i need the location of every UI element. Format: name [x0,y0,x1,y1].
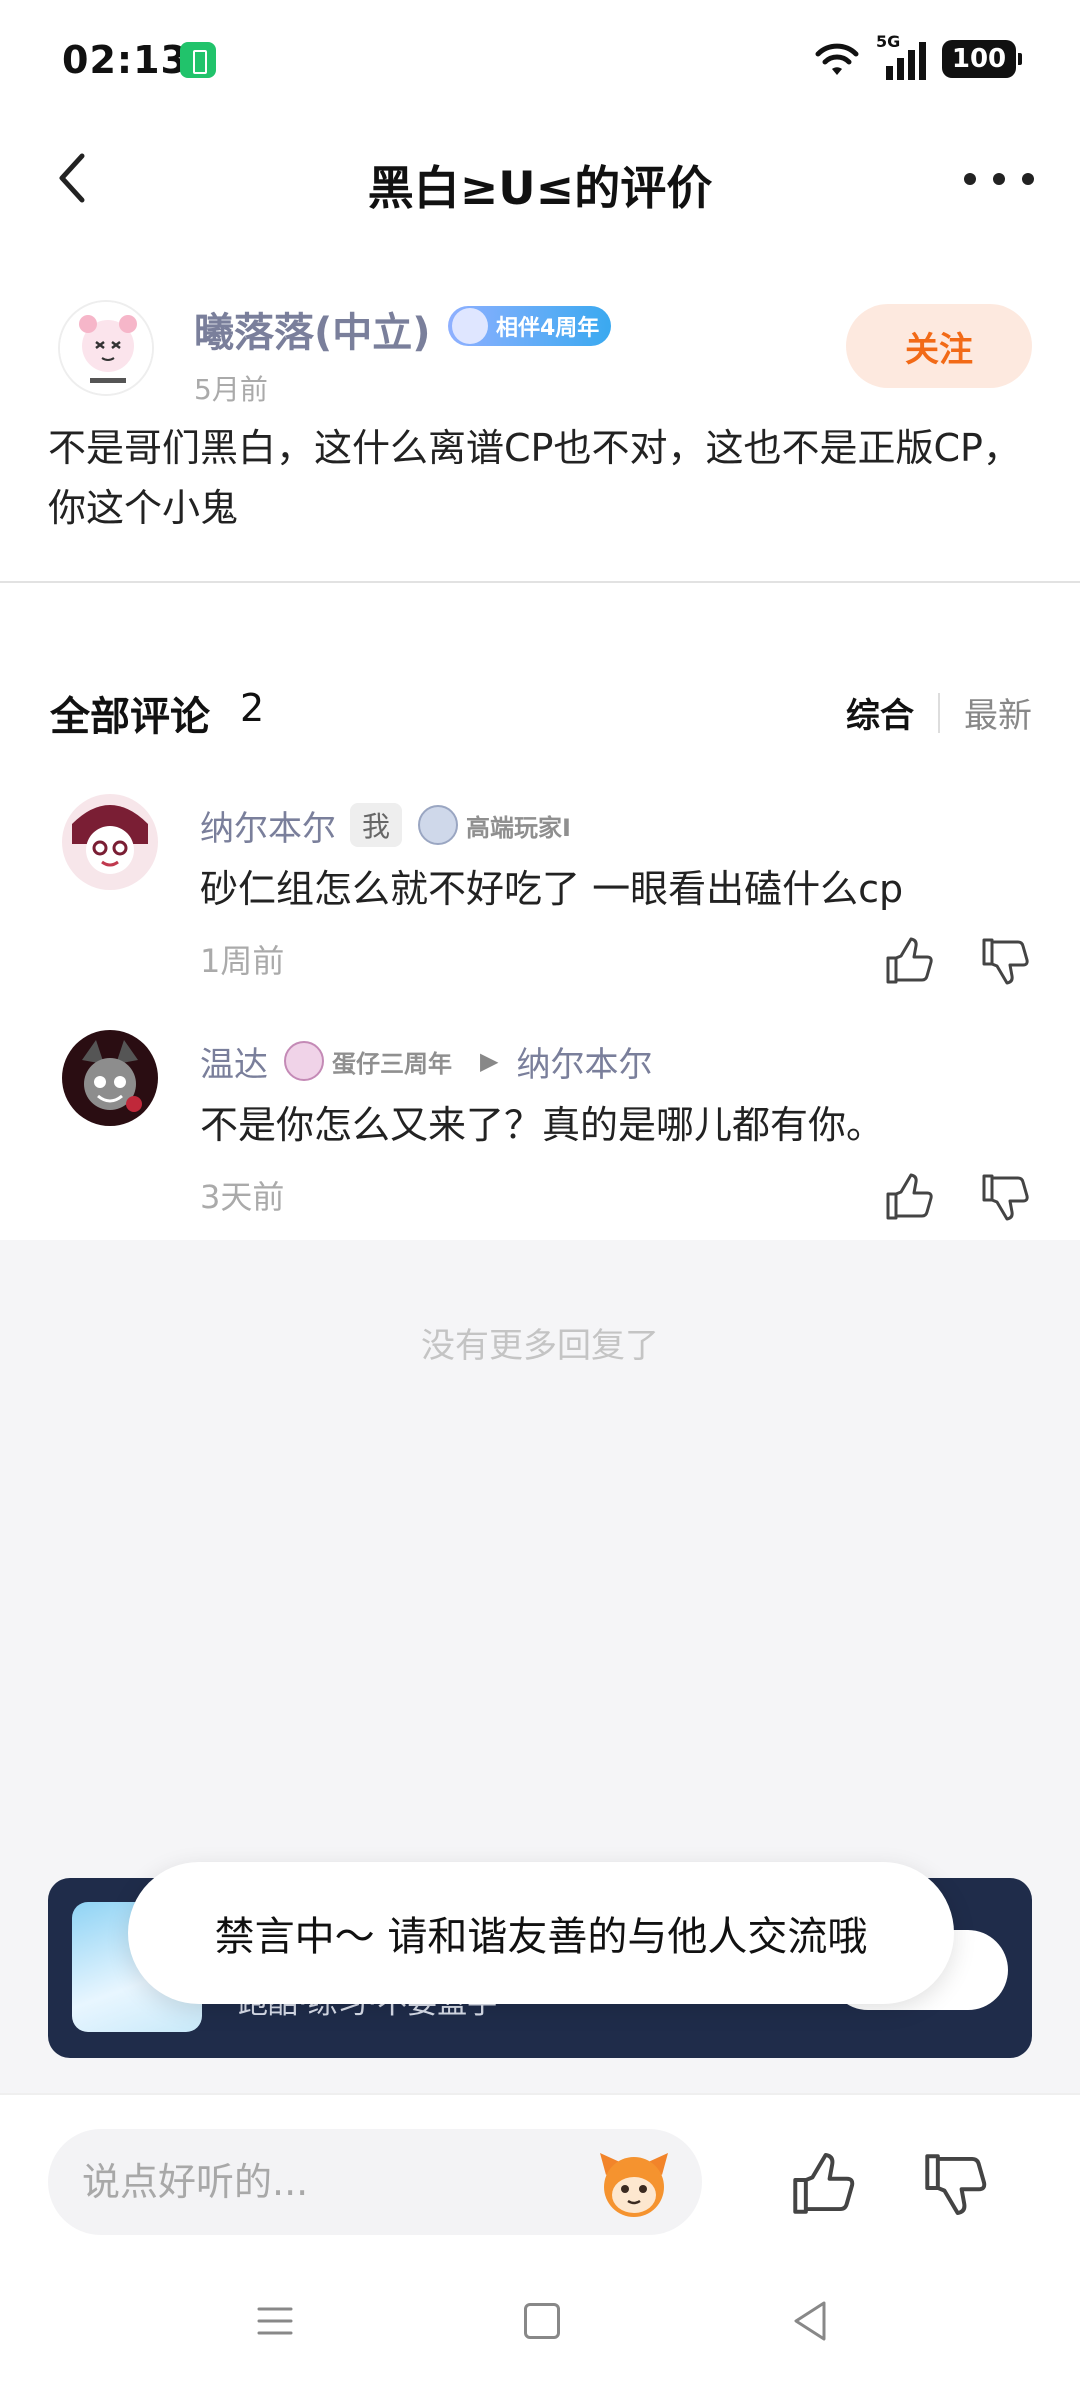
thumbs-up-icon[interactable] [884,936,934,986]
more-dot-icon [1022,173,1034,185]
divider [0,581,1080,583]
wifi-icon [815,43,859,75]
battery-level: 100 [951,44,1007,74]
avatar[interactable] [58,300,154,396]
no-more-replies: 没有更多回复了 [421,1326,659,1366]
battery-saver-icon [180,42,216,78]
post-time: 5月前 [194,373,268,406]
comment-time: 3天前 [200,1178,285,1216]
status-icons: 5G 100 [812,32,1022,82]
commenter-name[interactable]: 纳尔本尔 [200,801,336,850]
emoji-icon[interactable] [596,2145,672,2221]
follow-button[interactable]: 关注 [846,304,1032,388]
comment-text: 不是你怎么又来了？真的是哪儿都有你。 [200,1103,885,1147]
commenter-avatar-image [62,1030,158,1126]
comments-header: 全部评论 2 综合 最新 [0,680,1080,740]
comments-title: 全部评论 [50,694,210,740]
page-title: 黑白≥ᑌ≤的评价 [367,161,713,215]
sort-tab-latest[interactable]: 最新 [964,688,1032,737]
player-level-icon [418,805,459,845]
reply-target-name[interactable]: 纳尔本尔 [516,1037,652,1086]
author-avatar-image [60,302,152,394]
muted-toast: 禁言中～ 请和谐友善的与他人交流哦 [128,1862,954,2004]
review-text: 不是哥们黑白，这什么离谱CP也不对，这也不是正版CP，你这个小鬼 [48,426,1021,530]
comment-header: 温达 蛋仔三周年 ▶ 纳尔本尔 [200,1036,652,1086]
commenter-avatar-image [62,794,158,890]
comment-header: 纳尔本尔 我 高端玩家I [200,800,571,850]
avatar[interactable] [62,1030,158,1126]
anniversary-badge-label: 相伴4周年 [496,316,600,341]
sort-tabs: 综合 最新 [846,688,1032,737]
comment-input[interactable] [82,2129,602,2235]
thumbs-up-icon[interactable] [790,2151,856,2217]
anniversary-icon [452,308,488,344]
me-tag: 我 [350,803,403,847]
battery-icon: 100 [942,40,1022,78]
thumbs-down-icon[interactable] [922,2151,988,2217]
home-icon[interactable] [524,2303,560,2339]
thumbs-down-icon[interactable] [980,936,1030,986]
more-dot-icon [964,173,976,185]
cellular-signal-icon: 5G [876,32,928,80]
anniversary-icon [284,1041,324,1081]
thumbs-down-icon[interactable] [980,1172,1030,1222]
comment-time: 1周前 [200,942,285,980]
back-button[interactable] [40,146,104,210]
author-name[interactable]: 曦落落(中立) [194,300,431,358]
avatar[interactable] [62,794,158,890]
sort-divider [938,692,940,733]
toast-text: 禁言中～ 请和谐友善的与他人交流哦 [214,1914,868,1960]
reply-arrow-icon: ▶ [480,1047,499,1075]
thumbs-up-icon[interactable] [884,1172,934,1222]
anniversary-badge: 相伴4周年 [448,306,612,346]
recent-apps-icon[interactable] [255,2301,295,2341]
sort-tab-comprehensive[interactable]: 综合 [846,688,914,737]
system-nav-bar [0,2253,1080,2400]
more-options-button[interactable] [964,154,1034,204]
player-level: 蛋仔三周年 [332,1049,452,1078]
chevron-left-icon [59,153,85,203]
comment-text: 砂仁组怎么就不好吃了 一眼看出磕什么cp [200,867,904,911]
player-level: 高端玩家I [466,813,571,842]
nav-bar: 黑白≥ᑌ≤的评价 [0,120,1080,240]
status-bar: 02:13 5G 100 [0,0,1080,120]
status-time: 02:13 [62,38,188,82]
comment-input-bar [0,2093,1080,2253]
more-dot-icon [993,173,1005,185]
commenter-name[interactable]: 温达 [200,1037,268,1086]
comment-input-box[interactable] [48,2129,702,2235]
comments-count: 2 [240,686,265,730]
back-triangle-icon[interactable] [790,2299,830,2343]
